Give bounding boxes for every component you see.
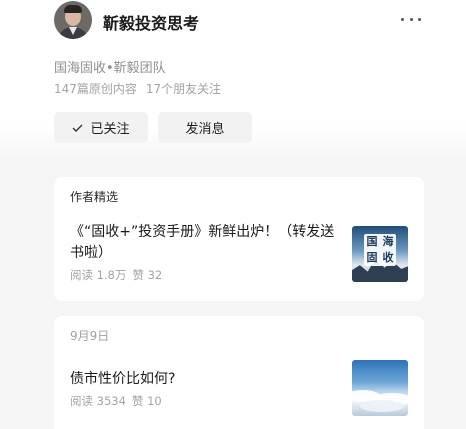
profile-header: 靳毅投资思考 国海固收•靳毅团队 147篇原创内容 17个朋友关注 已关注 发消息 [0, 0, 466, 165]
more-dots-icon[interactable] [401, 11, 421, 27]
featured-article-title[interactable]: 《“固收+”投资手册》新鲜出炉！（转发送书啦） [70, 222, 344, 264]
featured-article-thumbnail[interactable]: 国 海 固 收 [352, 226, 408, 282]
followed-button[interactable]: 已关注 [54, 112, 148, 143]
send-message-button[interactable]: 发消息 [158, 112, 252, 143]
send-message-label: 发消息 [185, 122, 225, 137]
article-date: 9月9日 [70, 329, 110, 343]
friends-following-count[interactable]: 17个朋友关注 [146, 82, 221, 96]
account-organization: 国海固收•靳毅团队 [54, 61, 166, 76]
account-stats: 147篇原创内容 17个朋友关注 [54, 80, 221, 97]
profile-page: 靳毅投资思考 国海固收•靳毅团队 147篇原创内容 17个朋友关注 已关注 发消息… [0, 0, 466, 429]
featured-articles-card: 作者精选 《“固收+”投资手册》新鲜出炉！（转发送书啦） 阅读 1.8万赞 32… [54, 177, 424, 301]
followed-button-label: 已关注 [90, 122, 130, 137]
read-count: 阅读 1.8万 [70, 268, 127, 282]
featured-section-title: 作者精选 [70, 190, 119, 204]
article-meta: 阅读 3534 赞 10 [70, 393, 162, 409]
like-count: 赞 10 [131, 394, 162, 408]
check-icon [72, 124, 83, 132]
account-name: 靳毅投资思考 [103, 14, 200, 33]
dated-articles-card: 9月9日 债市性价比如何? 阅读 3534 赞 10 [54, 316, 424, 429]
read-count: 阅读 3534 [70, 394, 126, 408]
article-title[interactable]: 债市性价比如何? [70, 369, 330, 390]
article-thumbnail[interactable] [352, 360, 408, 416]
featured-article-meta: 阅读 1.8万赞 32 [70, 267, 162, 283]
like-count: 赞 32 [132, 268, 163, 282]
thumbnail-logo-sign: 国 海 固 收 [364, 234, 396, 266]
original-articles-count[interactable]: 147篇原创内容 [54, 82, 137, 96]
avatar[interactable] [54, 1, 92, 39]
